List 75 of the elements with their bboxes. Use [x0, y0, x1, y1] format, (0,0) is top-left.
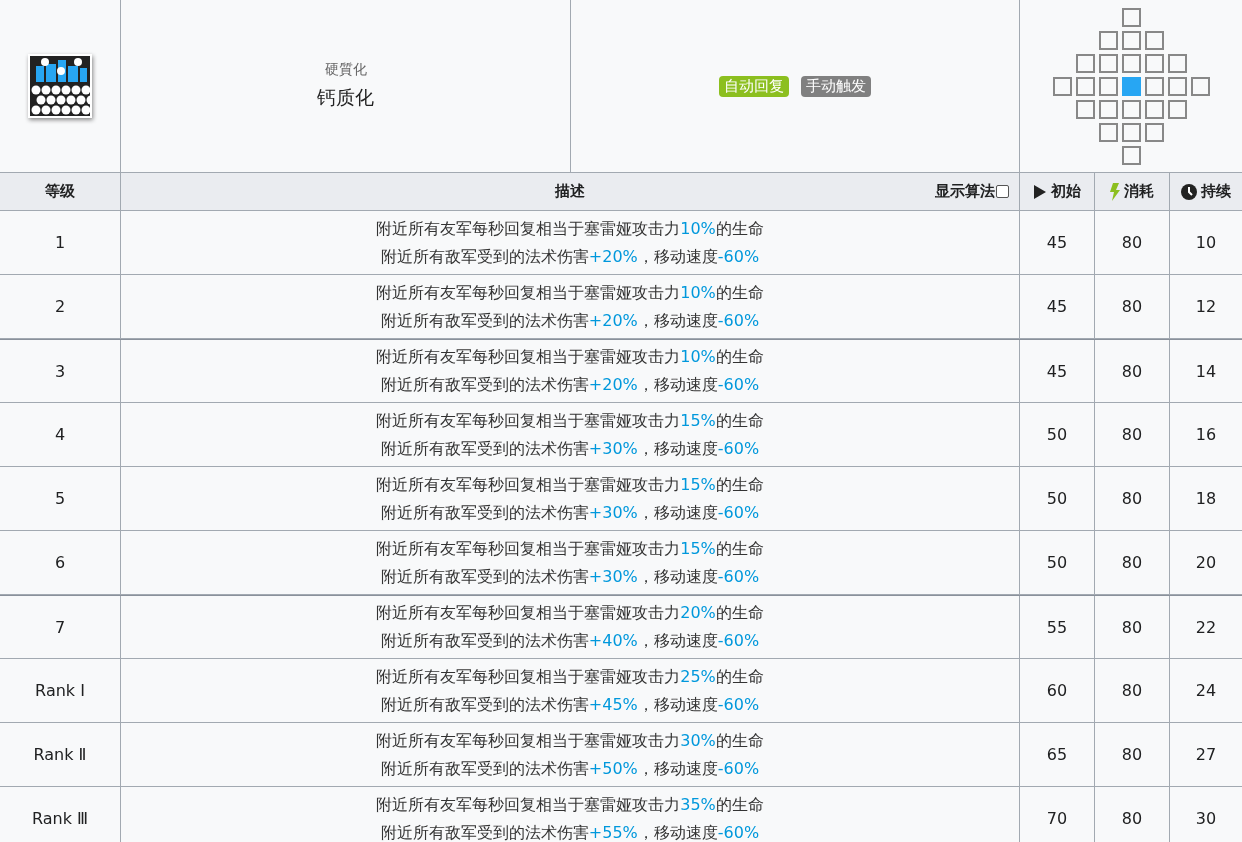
sp-cost-value: 80: [1121, 233, 1143, 252]
level-label: Rank Ⅰ: [35, 681, 85, 700]
initial-sp-value: 45: [1046, 297, 1068, 316]
column-header: 初始: [1051, 182, 1081, 201]
description-line: 附近所有友军每秒回复相当于塞雷娅攻击力20%的生命: [376, 602, 764, 624]
description-line: 附近所有友军每秒回复相当于塞雷娅攻击力 15%的生命: [376, 409, 764, 432]
level-label: 2: [54, 297, 66, 316]
duration-value: 12: [1195, 297, 1217, 316]
duration-value: 16: [1195, 425, 1217, 444]
sp-cost-value: 80: [1121, 425, 1143, 444]
initial-sp-value: 50: [1046, 489, 1068, 508]
initial-sp-value: 65: [1046, 745, 1068, 764]
description-line: 附近所有友军每秒回复相当于塞雷娅攻击力 15%的生命: [376, 537, 764, 560]
description-line: 附近所有敌军受到的法术伤害+20%，移动速度-60%: [380, 309, 760, 332]
skill-subtitle: 硬質化: [324, 61, 367, 79]
initial-sp-value: 55: [1046, 617, 1068, 637]
clock-icon: [1181, 183, 1197, 200]
sp-cost-value: 80: [1121, 681, 1143, 700]
description-line: 附近所有友军每秒回复相当于塞雷娅攻击力 15%的生命: [376, 473, 764, 496]
sp-cost-value: 80: [1121, 745, 1143, 764]
column-header: 等级: [45, 182, 75, 201]
description-line: 附近所有敌军受到的法术伤害+40%，移动速度-60%: [380, 630, 760, 652]
level-label: 3: [54, 361, 66, 381]
description-line: 附近所有敌军受到的法术伤害+30%，移动速度-60%: [380, 437, 760, 460]
initial-sp-value: 45: [1046, 361, 1068, 381]
description-line: 附近所有敌军受到的法术伤害+20%，移动速度-60%: [380, 245, 760, 268]
description-line: 附近所有敌军受到的法术伤害+45%，移动速度-60%: [380, 693, 760, 716]
lightning-icon: [1110, 182, 1120, 201]
duration-value: 27: [1195, 745, 1217, 764]
formula-checkbox[interactable]: [996, 185, 1009, 198]
duration-value: 10: [1195, 233, 1217, 252]
initial-sp-value: 50: [1046, 425, 1068, 444]
duration-value: 14: [1195, 361, 1217, 381]
sp-cost-value: 80: [1121, 553, 1143, 572]
skill-tag: 手动触发: [801, 75, 871, 97]
column-header: 描述: [555, 182, 585, 201]
description-line: 附近所有敌军受到的法术伤害+55%，移动速度-60%: [380, 821, 760, 842]
play-icon: [1033, 183, 1047, 200]
sp-cost-value: 80: [1121, 809, 1143, 828]
description-line: 附近所有友军每秒回复相当于塞雷娅攻击力 10%的生命: [376, 217, 764, 240]
initial-sp-value: 70: [1046, 809, 1068, 828]
skill-name: 钙质化: [317, 85, 374, 110]
level-label: 4: [54, 425, 66, 444]
column-header: 持续: [1201, 182, 1231, 201]
duration-value: 20: [1195, 553, 1217, 572]
description-line: 附近所有友军每秒回复相当于塞雷娅攻击力25%的生命: [376, 665, 764, 688]
sp-cost-value: 80: [1121, 361, 1143, 381]
description-line: 附近所有友军每秒回复相当于塞雷娅攻击力35%的生命: [376, 793, 764, 816]
description-line: 附近所有友军每秒回复相当于塞雷娅攻击力 10%的生命: [376, 346, 764, 368]
description-line: 附近所有友军每秒回复相当于塞雷娅攻击力 10%的生命: [376, 281, 764, 304]
initial-sp-value: 60: [1046, 681, 1068, 700]
duration-value: 18: [1195, 489, 1217, 508]
initial-sp-value: 50: [1046, 553, 1068, 572]
description-line: 附近所有敌军受到的法术伤害+30%，移动速度-60%: [380, 501, 760, 524]
sp-cost-value: 80: [1121, 617, 1143, 637]
level-label: 1: [54, 233, 66, 252]
column-header: 消耗: [1124, 182, 1154, 201]
skill-tag: 自动回复: [719, 75, 789, 97]
description-line: 附近所有敌军受到的法术伤害+30%，移动速度-60%: [380, 565, 760, 588]
sp-cost-value: 80: [1121, 297, 1143, 316]
duration-value: 22: [1195, 617, 1217, 637]
sp-cost-value: 80: [1121, 489, 1143, 508]
duration-value: 24: [1195, 681, 1217, 700]
initial-sp-value: 45: [1046, 233, 1068, 252]
level-label: 6: [54, 553, 66, 572]
description-line: 附近所有友军每秒回复相当于塞雷娅攻击力30%的生命: [376, 729, 764, 752]
formula-toggle-label: 显示算法: [935, 182, 995, 201]
description-line: 附近所有敌军受到的法术伤害+50%，移动速度-60%: [380, 757, 760, 780]
level-label: 7: [54, 617, 66, 637]
level-label: 5: [54, 489, 66, 508]
description-line: 附近所有敌军受到的法术伤害+20%，移动速度-60%: [380, 374, 760, 396]
level-label: Rank Ⅱ: [33, 745, 87, 764]
skill-icon: [28, 54, 92, 118]
level-label: Rank Ⅲ: [31, 809, 89, 828]
duration-value: 30: [1195, 809, 1217, 828]
